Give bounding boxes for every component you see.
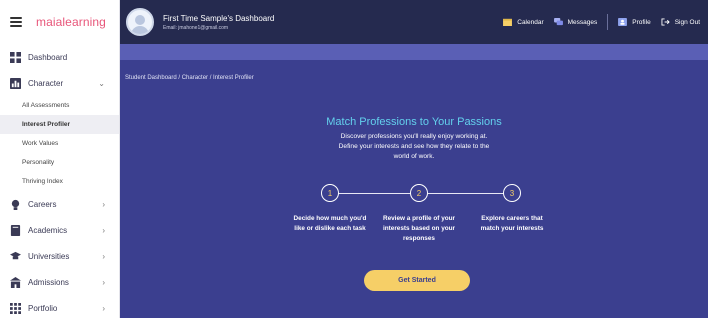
- step-text-1: Decide how much you'd like or dislike ea…: [293, 215, 367, 232]
- calendar-label: Calendar: [517, 18, 544, 26]
- lightbulb-icon: [11, 199, 20, 210]
- chevron-right-icon[interactable]: ›: [102, 226, 105, 235]
- calendar-icon: [503, 18, 513, 26]
- hamburger-menu-icon[interactable]: [10, 17, 22, 27]
- step-connector: [428, 193, 505, 194]
- sidebar-item-admissions[interactable]: Admissions ›: [0, 269, 119, 295]
- character-icon: [10, 77, 21, 89]
- step-connector: [338, 193, 418, 194]
- top-nav: Calendar Messages Profile Sign Out: [503, 0, 700, 44]
- profile-icon: [618, 18, 628, 26]
- page-title: Match Professions to Your Passions: [326, 116, 502, 128]
- dashboard-title: First Time Sample's Dashboard: [163, 13, 275, 23]
- profile-link[interactable]: Profile: [618, 18, 651, 26]
- sign-out-link[interactable]: Sign Out: [661, 18, 700, 26]
- messages-link[interactable]: Messages: [553, 18, 598, 26]
- sidebar-subitem-thriving-index[interactable]: Thriving Index: [0, 172, 119, 191]
- avatar[interactable]: [126, 8, 154, 36]
- step-number-3: 3: [503, 184, 521, 202]
- sidebar-item-character[interactable]: Character ⌄: [0, 70, 119, 96]
- sidebar-subitem-interest-profiler[interactable]: Interest Profiler: [0, 115, 119, 134]
- main-content: Student Dashboard / Character / Interest…: [120, 60, 708, 318]
- chevron-down-icon[interactable]: ⌄: [98, 79, 105, 88]
- header-strip: [120, 44, 708, 60]
- top-bar: First Time Sample's Dashboard Email: jma…: [120, 0, 708, 44]
- messages-label: Messages: [567, 18, 598, 26]
- sidebar-item-label: Dashboard: [28, 52, 68, 62]
- dashboard-icon: [10, 51, 21, 63]
- sign-out-icon: [661, 18, 670, 26]
- sidebar-subitem-personality[interactable]: Personality: [0, 153, 119, 172]
- breadcrumb: Student Dashboard / Character / Interest…: [125, 75, 254, 81]
- sidebar-item-portfolio[interactable]: Portfolio ›: [0, 295, 119, 318]
- user-email: Email: jmahone1@gmail.com: [163, 24, 229, 31]
- step-number-1: 1: [321, 184, 339, 202]
- profile-label: Profile: [632, 18, 651, 26]
- calendar-link[interactable]: Calendar: [503, 18, 544, 26]
- sidebar-item-label: Admissions: [28, 277, 69, 287]
- chevron-right-icon[interactable]: ›: [102, 252, 105, 261]
- sidebar-item-label: Character: [28, 78, 64, 88]
- grid-icon: [10, 302, 21, 314]
- book-icon: [10, 224, 21, 236]
- sidebar-item-label: Academics: [28, 225, 68, 235]
- brand-logo[interactable]: maialearning: [36, 15, 106, 29]
- sidebar-item-careers[interactable]: Careers ›: [0, 191, 119, 217]
- chevron-right-icon[interactable]: ›: [102, 304, 105, 313]
- sidebar-item-academics[interactable]: Academics ›: [0, 217, 119, 243]
- sidebar-subitem-all-assessments[interactable]: All Assessments: [0, 96, 119, 115]
- messages-icon: [553, 18, 563, 26]
- sidebar-item-label: Portfolio: [28, 303, 58, 313]
- sidebar-item-universities[interactable]: Universities ›: [0, 243, 119, 269]
- step-number-2: 2: [410, 184, 428, 202]
- brand-bar: maialearning: [0, 0, 119, 44]
- step-text-3: Explore careers that match your interest…: [480, 215, 544, 232]
- building-icon: [10, 276, 21, 288]
- chevron-right-icon[interactable]: ›: [102, 278, 105, 287]
- sidebar-nav: Dashboard Character ⌄ All Assessments In…: [0, 44, 119, 318]
- divider: [607, 14, 609, 30]
- sidebar: maialearning Dashboard Character ⌄ All A…: [0, 0, 120, 318]
- step-text-2: Review a profile of your interests based…: [382, 215, 456, 242]
- page-description: Discover professions you'll really enjoy…: [338, 133, 490, 160]
- sidebar-item-dashboard[interactable]: Dashboard: [0, 44, 119, 70]
- graduation-cap-icon: [10, 251, 21, 259]
- get-started-button[interactable]: Get Started: [364, 270, 470, 291]
- user-info: First Time Sample's Dashboard Email: jma…: [163, 14, 274, 31]
- sign-out-label: Sign Out: [674, 18, 700, 26]
- chevron-right-icon[interactable]: ›: [102, 200, 105, 209]
- sidebar-item-label: Universities: [28, 251, 70, 261]
- sidebar-subitem-work-values[interactable]: Work Values: [0, 134, 119, 153]
- sidebar-item-label: Careers: [28, 199, 57, 209]
